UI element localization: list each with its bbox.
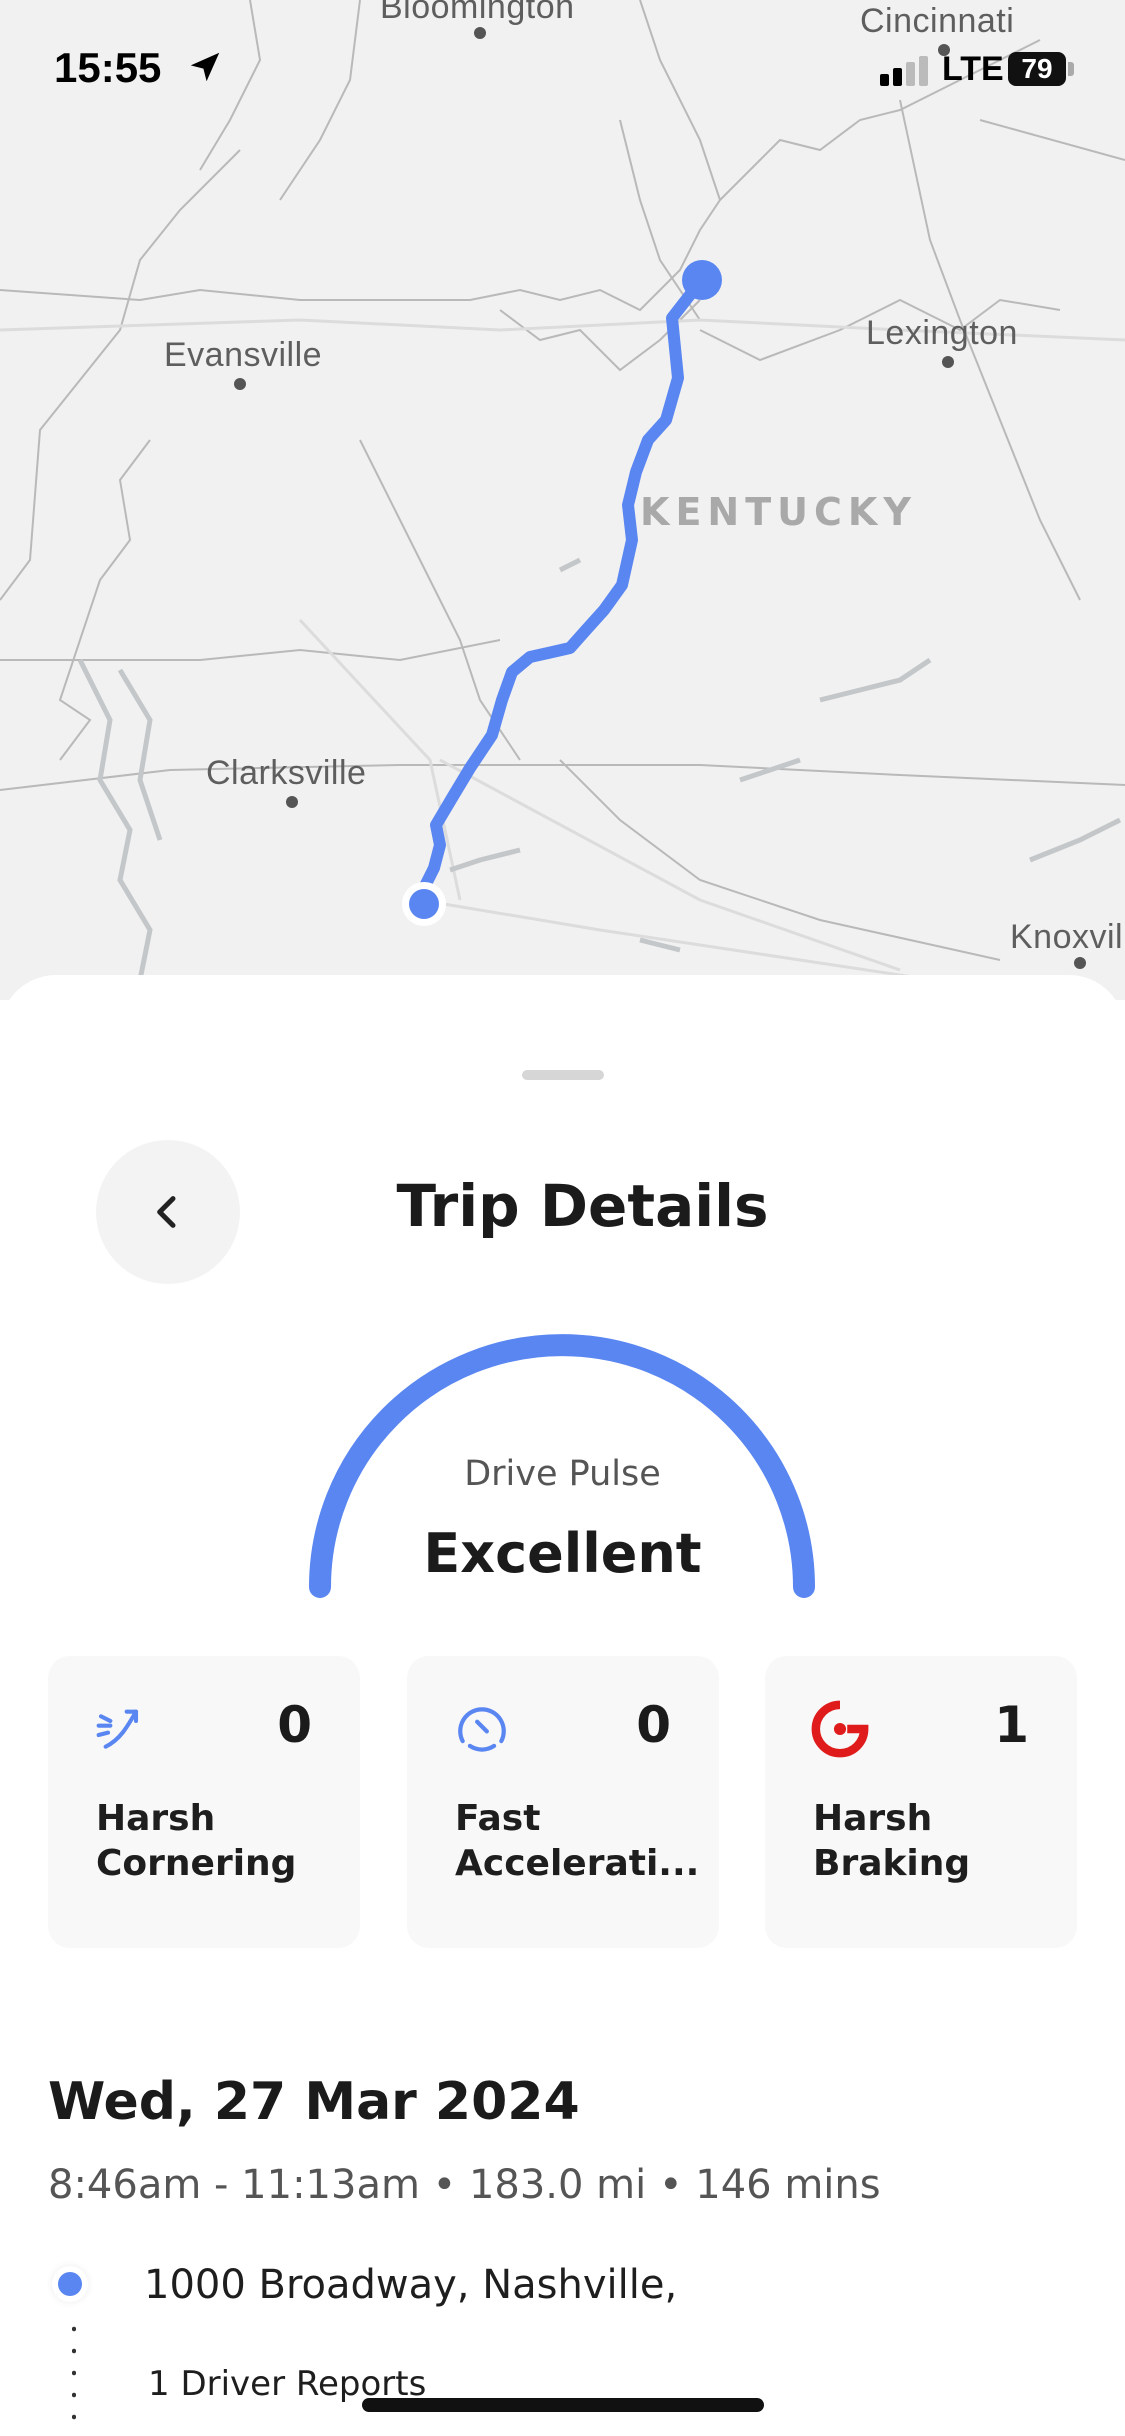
network-type: LTE [942, 50, 1004, 88]
harsh-cornering-card[interactable]: 0 Harsh Cornering [48, 1656, 360, 1948]
cornering-icon [96, 1709, 139, 1749]
city-label-knoxville: Knoxvil [1010, 918, 1124, 956]
trip-summary: 8:46am - 11:13am • 183.0 mi • 146 mins [48, 2162, 881, 2208]
battery-icon: 79 [1008, 52, 1066, 86]
status-time: 15:55 [54, 44, 162, 91]
harsh-braking-card[interactable]: 1 Harsh Braking [765, 1656, 1077, 1948]
origin-dot-icon [58, 2272, 82, 2296]
state-label: KENTUCKY [640, 490, 917, 534]
city-label-lexington: Lexington [866, 314, 1018, 352]
route-connector [72, 2318, 76, 2436]
trip-origin-address: 1000 Broadway, Nashville, [144, 2262, 678, 2308]
location-arrow-icon [190, 52, 220, 82]
city-label-evansville: Evansville [164, 336, 323, 374]
map-canvas [0, 0, 1125, 992]
home-indicator[interactable] [362, 2398, 764, 2412]
battery-tip [1068, 62, 1074, 76]
harsh-cornering-count: 0 [277, 1696, 312, 1754]
harsh-braking-label: Harsh Braking [813, 1798, 971, 1884]
brake-icon [811, 1700, 869, 1758]
page-title-text: Trip Details [396, 1172, 769, 1240]
fast-acceleration-card[interactable]: 0 Fast Accelerati... [407, 1656, 719, 1948]
harsh-cornering-label: Harsh Cornering [96, 1798, 297, 1884]
drive-pulse-rating: Excellent [423, 1522, 702, 1585]
sheet-drag-handle[interactable] [522, 1070, 604, 1080]
page-title: Trip Details [0, 1172, 1125, 1240]
status-bar: 15:55 LTE 79 [0, 0, 1125, 130]
signal-icon [880, 56, 928, 86]
fast-acceleration-count: 0 [636, 1696, 671, 1754]
harsh-braking-count: 1 [994, 1696, 1029, 1754]
fast-acceleration-label: Fast Accelerati... [455, 1798, 700, 1884]
drive-pulse-label: Drive Pulse [464, 1454, 661, 1494]
route-map[interactable]: Bloomington Cincinnati Evansville Lexing… [0, 0, 1125, 1000]
speedometer-icon [458, 1707, 506, 1752]
trip-date: Wed, 27 Mar 2024 [48, 2072, 580, 2132]
city-label-clarksville: Clarksville [206, 754, 367, 792]
